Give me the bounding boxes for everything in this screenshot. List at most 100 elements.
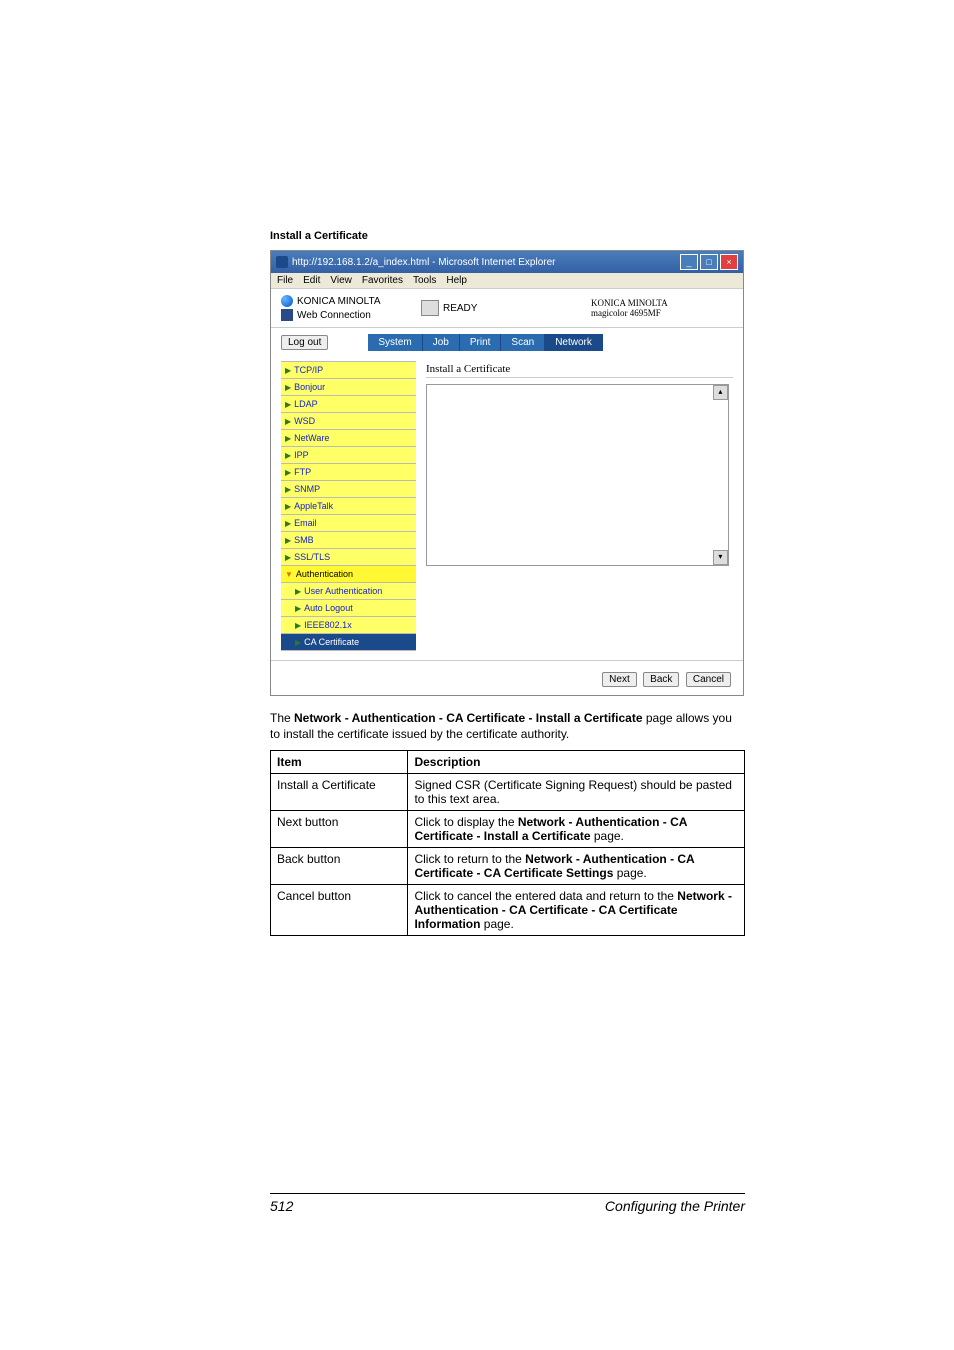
titlebar: http://192.168.1.2/a_index.html - Micros…: [271, 251, 743, 273]
chevron-right-icon: ▶: [295, 638, 301, 647]
sidebar-item-label: TCP/IP: [294, 365, 323, 375]
brand-right-2: magicolor 4695MF: [591, 308, 668, 318]
sidebar-item-label: SNMP: [294, 484, 320, 494]
sidebar-item-label: CA Certificate: [304, 637, 359, 647]
printer-icon: [421, 300, 439, 316]
table-head-desc: Description: [408, 751, 745, 774]
logout-button[interactable]: Log out: [281, 335, 328, 350]
sidebar-item-label: Auto Logout: [304, 603, 353, 613]
menu-edit[interactable]: Edit: [303, 275, 320, 286]
chevron-down-icon: ▼: [285, 570, 293, 579]
sidebar-item-label: FTP: [294, 467, 311, 477]
km-logo-icon: [281, 295, 293, 307]
sidebar-item-smb[interactable]: ▶SMB: [281, 531, 416, 549]
menu-tools[interactable]: Tools: [413, 275, 436, 286]
footer-buttons: Next Back Cancel: [271, 660, 743, 695]
sidebar-item-snmp[interactable]: ▶SNMP: [281, 480, 416, 498]
sidebar-item-tcp-ip[interactable]: ▶TCP/IP: [281, 361, 416, 379]
sidebar-item-label: Email: [294, 518, 317, 528]
page-number: 512: [270, 1198, 293, 1214]
chevron-right-icon: ▶: [285, 417, 291, 426]
sidebar: ▶TCP/IP▶Bonjour▶LDAP▶WSD▶NetWare▶IPP▶FTP…: [271, 357, 422, 660]
chevron-right-icon: ▶: [285, 485, 291, 494]
tab-print[interactable]: Print: [460, 334, 502, 351]
chevron-right-icon: ▶: [295, 587, 301, 596]
scroll-up-icon[interactable]: ▴: [713, 385, 728, 400]
cancel-button[interactable]: Cancel: [686, 672, 731, 687]
table-cell-desc: Click to display the Network - Authentic…: [408, 811, 745, 848]
table-cell-desc: Signed CSR (Certificate Signing Request)…: [408, 774, 745, 811]
sidebar-item-appletalk[interactable]: ▶AppleTalk: [281, 497, 416, 515]
tab-system[interactable]: System: [368, 334, 422, 351]
scroll-down-icon[interactable]: ▾: [713, 550, 728, 565]
menu-favorites[interactable]: Favorites: [362, 275, 403, 286]
sidebar-item-ca-certificate[interactable]: ▶CA Certificate: [281, 633, 416, 651]
table-cell-item: Next button: [271, 811, 408, 848]
menu-view[interactable]: View: [330, 275, 352, 286]
section-title: Install a Certificate: [270, 230, 745, 242]
browser-window: http://192.168.1.2/a_index.html - Micros…: [270, 250, 744, 696]
chevron-right-icon: ▶: [285, 553, 291, 562]
back-button[interactable]: Back: [643, 672, 679, 687]
caption-text: The Network - Authentication - CA Certif…: [270, 710, 745, 742]
page-section: Configuring the Printer: [605, 1198, 745, 1214]
close-button[interactable]: ×: [720, 254, 738, 270]
chevron-right-icon: ▶: [285, 451, 291, 460]
sidebar-item-label: User Authentication: [304, 586, 382, 596]
sidebar-item-ipp[interactable]: ▶IPP: [281, 446, 416, 464]
ie-icon: [276, 256, 288, 268]
sidebar-item-bonjour[interactable]: ▶Bonjour: [281, 378, 416, 396]
sidebar-item-label: IEEE802.1x: [304, 620, 352, 630]
sidebar-item-label: LDAP: [294, 399, 318, 409]
next-button[interactable]: Next: [602, 672, 637, 687]
minimize-button[interactable]: _: [680, 254, 698, 270]
chevron-right-icon: ▶: [285, 400, 291, 409]
table-head-item: Item: [271, 751, 408, 774]
table-cell-desc: Click to return to the Network - Authent…: [408, 848, 745, 885]
menu-help[interactable]: Help: [446, 275, 467, 286]
sidebar-item-user-authentication[interactable]: ▶User Authentication: [281, 582, 416, 600]
sidebar-item-ssl-tls[interactable]: ▶SSL/TLS: [281, 548, 416, 566]
sidebar-item-label: AppleTalk: [294, 501, 333, 511]
app-header: KONICA MINOLTA Web Connection READY KONI…: [271, 289, 743, 328]
description-table: Item Description Install a CertificateSi…: [270, 750, 745, 936]
sidebar-item-wsd[interactable]: ▶WSD: [281, 412, 416, 430]
sidebar-item-ieee802-1x[interactable]: ▶IEEE802.1x: [281, 616, 416, 634]
chevron-right-icon: ▶: [295, 604, 301, 613]
chevron-right-icon: ▶: [285, 468, 291, 477]
sidebar-item-netware[interactable]: ▶NetWare: [281, 429, 416, 447]
menubar: File Edit View Favorites Tools Help: [271, 273, 743, 289]
maximize-button[interactable]: □: [700, 254, 718, 270]
ready-label: READY: [443, 303, 477, 314]
content-pane: Install a Certificate ▴ ▾: [422, 357, 743, 660]
chevron-right-icon: ▶: [295, 621, 301, 630]
sidebar-item-label: Authentication: [296, 569, 353, 579]
menu-file[interactable]: File: [277, 275, 293, 286]
sidebar-item-label: IPP: [294, 450, 309, 460]
pagescope-icon: [281, 309, 293, 321]
chevron-right-icon: ▶: [285, 383, 291, 392]
sidebar-item-auto-logout[interactable]: ▶Auto Logout: [281, 599, 416, 617]
brand-right-1: KONICA MINOLTA: [591, 298, 668, 308]
sidebar-item-label: SMB: [294, 535, 314, 545]
sidebar-item-ftp[interactable]: ▶FTP: [281, 463, 416, 481]
tab-job[interactable]: Job: [423, 334, 460, 351]
sidebar-item-label: Bonjour: [294, 382, 325, 392]
table-row: Next buttonClick to display the Network …: [271, 811, 745, 848]
table-cell-desc: Click to cancel the entered data and ret…: [408, 885, 745, 936]
chevron-right-icon: ▶: [285, 366, 291, 375]
sidebar-item-label: NetWare: [294, 433, 329, 443]
brand-label: KONICA MINOLTA: [297, 296, 381, 307]
chevron-right-icon: ▶: [285, 434, 291, 443]
table-row: Back buttonClick to return to the Networ…: [271, 848, 745, 885]
tab-bar: System Job Print Scan Network: [368, 334, 603, 351]
table-cell-item: Cancel button: [271, 885, 408, 936]
sidebar-item-authentication[interactable]: ▼Authentication: [281, 565, 416, 583]
tab-scan[interactable]: Scan: [501, 334, 545, 351]
page-footer: 512 Configuring the Printer: [270, 1193, 745, 1214]
sidebar-item-email[interactable]: ▶Email: [281, 514, 416, 532]
table-cell-item: Back button: [271, 848, 408, 885]
sidebar-item-ldap[interactable]: ▶LDAP: [281, 395, 416, 413]
tab-network[interactable]: Network: [545, 334, 603, 351]
certificate-textarea[interactable]: ▴ ▾: [426, 384, 729, 566]
